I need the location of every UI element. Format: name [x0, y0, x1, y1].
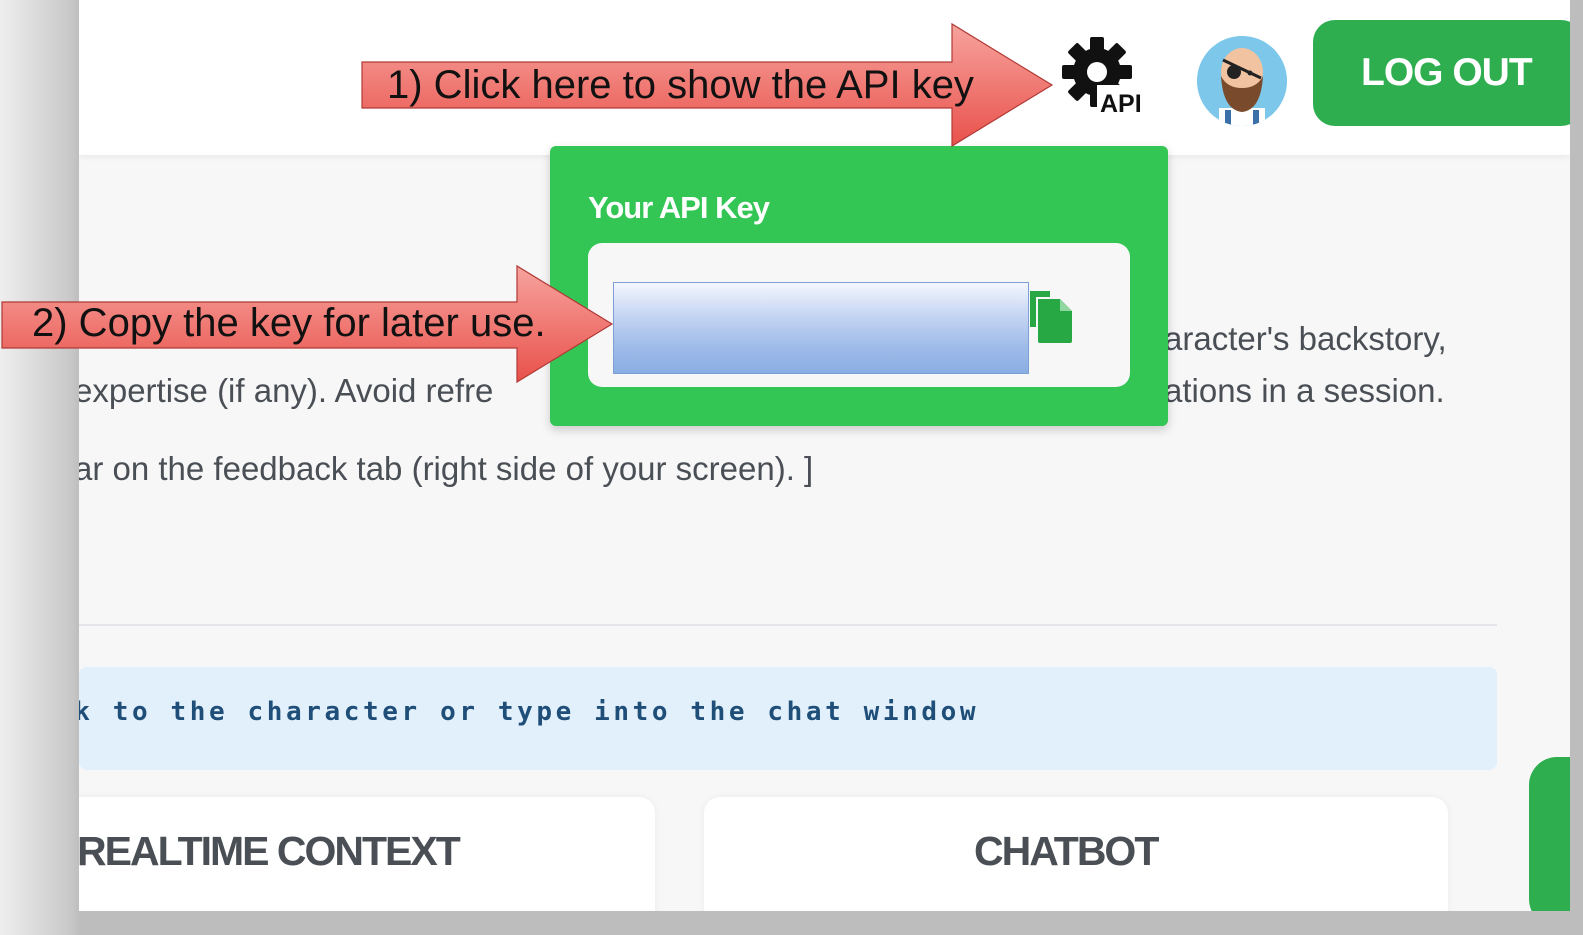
- callout-step1-text: 1) Click here to show the API key: [387, 63, 974, 107]
- api-key-field[interactable]: [588, 243, 1130, 387]
- body-text-line3: ar on the feedback tab (right side of yo…: [79, 450, 814, 487]
- realtime-context-title: REALTIME CONTEXT: [79, 828, 461, 874]
- logout-button[interactable]: LOG OUT: [1313, 20, 1570, 126]
- callout-step2-text: 2) Copy the key for later use.: [32, 301, 546, 345]
- copy-icon[interactable]: [1026, 287, 1076, 345]
- api-key-redacted-value: [613, 282, 1029, 374]
- body-text-line2-right: ations in a session.: [1164, 372, 1445, 409]
- body-text-line1-right: aracter's backstory,: [1164, 320, 1447, 357]
- avatar-face-icon: [1197, 36, 1287, 126]
- api-gear-icon[interactable]: API: [1057, 30, 1147, 120]
- api-badge-label: API: [1100, 90, 1142, 118]
- section-divider: [79, 624, 1497, 626]
- avatar[interactable]: [1197, 36, 1287, 126]
- chatbot-title: CHATBOT: [974, 828, 1159, 874]
- api-key-popup: Your API Key: [550, 146, 1168, 426]
- api-key-popup-title: Your API Key: [588, 190, 770, 225]
- instruction-text: ak to the character or type into the cha…: [79, 697, 980, 727]
- feedback-tab[interactable]: [1529, 757, 1570, 911]
